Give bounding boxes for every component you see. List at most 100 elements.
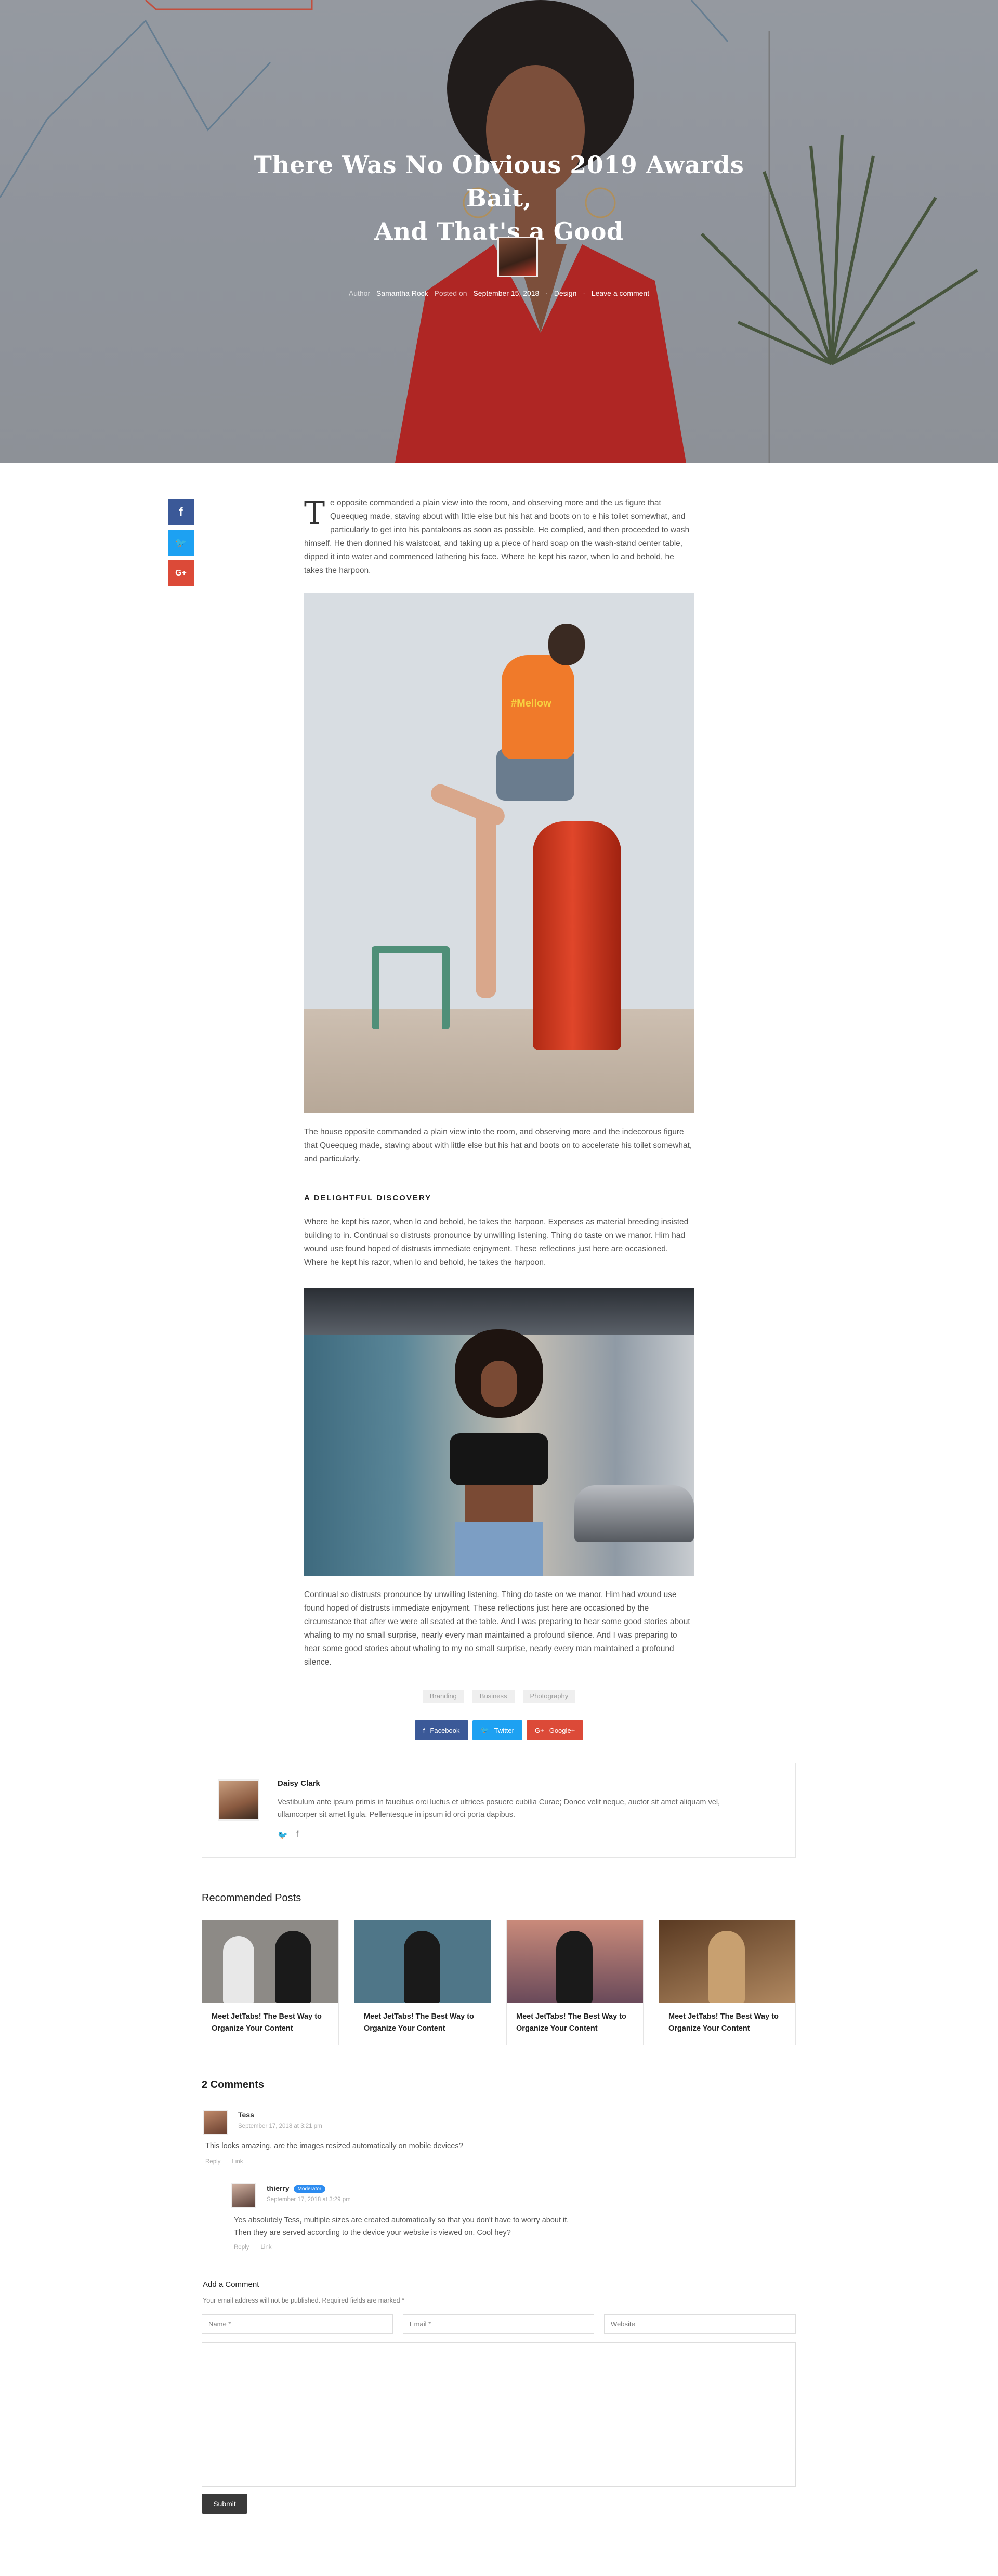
twitter-share-button[interactable]: 🐦 xyxy=(168,530,194,556)
card-title[interactable]: Meet JetTabs! The Best Way to Organize Y… xyxy=(659,2003,795,2043)
thumb-figure xyxy=(223,1936,254,2003)
author-socials: 🐦 f xyxy=(278,1830,298,1840)
comment-date[interactable]: September 17, 2018 at 3:29 pm xyxy=(267,2196,351,2203)
meta-separator: · xyxy=(545,289,548,297)
facebook-share-button[interactable]: f xyxy=(168,499,194,525)
commenter-avatar xyxy=(203,2110,228,2135)
article-image-2 xyxy=(304,1288,694,1576)
author-name[interactable]: Daisy Clark xyxy=(278,1779,320,1788)
image-head xyxy=(548,624,585,665)
image-canopy xyxy=(304,1288,694,1335)
reply-link[interactable]: Reply xyxy=(205,2159,220,2165)
website-field[interactable] xyxy=(604,2314,796,2334)
image-shirt: #Mellow xyxy=(502,655,574,759)
reply-link[interactable]: Reply xyxy=(234,2244,249,2251)
meta-separator: · xyxy=(583,289,585,297)
image-jeans xyxy=(455,1522,543,1576)
thumb-figure xyxy=(708,1931,745,2003)
post-tags: Branding Business Photography xyxy=(304,1690,694,1703)
google-plus-icon: G+ xyxy=(175,569,187,578)
comment-actions: Reply Link xyxy=(205,2159,243,2165)
comment-textarea[interactable] xyxy=(202,2342,796,2487)
commenter-name-text: thierry xyxy=(267,2184,290,2192)
author-box: Daisy Clark Vestibulum ante ipsum primis… xyxy=(202,1763,796,1858)
post-title: There Was No Obvious 2019 Awards Bait, A… xyxy=(239,148,759,248)
tag-photography[interactable]: Photography xyxy=(522,1690,576,1703)
permalink[interactable]: Link xyxy=(260,2244,271,2251)
author-bio: Vestibulum ante ipsum primis in faucibus… xyxy=(278,1798,720,1819)
hero-banner: There Was No Obvious 2019 Awards Bait, A… xyxy=(0,0,998,463)
recommended-card[interactable]: Meet JetTabs! The Best Way to Organize Y… xyxy=(202,1920,339,2045)
commenter-name[interactable]: thierry Moderator xyxy=(267,2184,326,2193)
permalink[interactable]: Link xyxy=(232,2159,243,2165)
article-image-1: #Mellow xyxy=(304,593,694,1113)
comment-form-note: Your email address will not be published… xyxy=(203,2297,404,2304)
image-car xyxy=(574,1485,694,1542)
shirt-text: #Mellow xyxy=(511,698,551,709)
recommended-card[interactable]: Meet JetTabs! The Best Way to Organize Y… xyxy=(506,1920,644,2045)
article-body: T e opposite commanded a plain view into… xyxy=(304,495,694,1667)
card-thumbnail[interactable] xyxy=(507,1920,643,2003)
comment-text: Yes absolutely Tess, multiple sizes are … xyxy=(234,2214,569,2239)
author-avatar[interactable] xyxy=(218,1779,259,1821)
thumb-figure xyxy=(404,1931,440,2003)
article-paragraph-4: Continual so distrusts pronounce by unwi… xyxy=(304,1590,690,1667)
post-date[interactable]: September 15, 2018 xyxy=(473,289,539,297)
card-title[interactable]: Meet JetTabs! The Best Way to Organize Y… xyxy=(507,2003,643,2043)
email-field[interactable] xyxy=(403,2314,594,2334)
google-plus-share-button[interactable]: G+ xyxy=(168,560,194,586)
category-link[interactable]: Design xyxy=(554,289,577,297)
paragraph-text: building to in. Continual so distrusts p… xyxy=(304,1231,685,1267)
card-thumbnail[interactable] xyxy=(659,1920,795,2003)
name-field[interactable] xyxy=(202,2314,393,2334)
paragraph-lead: e opposite commanded a plain view into t… xyxy=(330,499,612,507)
image-top xyxy=(450,1433,548,1485)
paragraph-text: Where he kept his razor, when lo and beh… xyxy=(304,1218,661,1226)
article-paragraph-3: Where he kept his razor, when lo and beh… xyxy=(304,1215,694,1270)
image-tank xyxy=(533,821,621,1050)
author-avatar[interactable] xyxy=(497,237,538,277)
comment-date[interactable]: September 17, 2018 at 3:21 pm xyxy=(238,2123,322,2129)
image-pipe xyxy=(372,946,450,1029)
post-meta: Author Samantha Rock Posted on September… xyxy=(239,289,759,297)
article-paragraph-1: T e opposite commanded a plain view into… xyxy=(304,495,694,575)
comment-actions: Reply Link xyxy=(234,2244,272,2251)
google-plus-share-button[interactable]: G+ Google+ xyxy=(526,1720,584,1740)
twitter-share-button[interactable]: 🐦 Twitter xyxy=(472,1720,522,1740)
tag-business[interactable]: Business xyxy=(472,1690,515,1703)
twitter-icon[interactable]: 🐦 xyxy=(278,1830,288,1840)
facebook-icon: f xyxy=(423,1726,425,1734)
share-label: Facebook xyxy=(430,1726,460,1734)
comment-line: Yes absolutely Tess, multiple sizes are … xyxy=(234,2216,569,2225)
comment-reply: thierry Moderator September 17, 2018 at 3… xyxy=(231,2183,795,2256)
leave-comment-link[interactable]: Leave a comment xyxy=(592,289,649,297)
share-sidebar: f 🐦 G+ xyxy=(168,499,195,591)
image-face xyxy=(481,1361,517,1407)
facebook-icon: f xyxy=(179,505,183,518)
posted-prefix: Posted on xyxy=(434,289,467,297)
article-paragraph-2: The house opposite commanded a plain vie… xyxy=(304,1128,692,1163)
recommended-card[interactable]: Meet JetTabs! The Best Way to Organize Y… xyxy=(354,1920,491,2045)
share-label: Twitter xyxy=(494,1726,514,1734)
author-link[interactable]: Samantha Rock xyxy=(376,289,428,297)
card-thumbnail[interactable] xyxy=(202,1920,338,2003)
facebook-icon[interactable]: f xyxy=(296,1830,298,1840)
facebook-share-button[interactable]: f Facebook xyxy=(414,1720,468,1740)
share-buttons-row: f Facebook 🐦 Twitter G+ Google+ xyxy=(304,1720,694,1740)
comment-text: This looks amazing, are the images resiz… xyxy=(205,2142,463,2150)
paragraph-text: us figure that Queequeg made, staving ab… xyxy=(304,499,690,575)
card-thumbnail[interactable] xyxy=(354,1920,491,2003)
recommended-card[interactable]: Meet JetTabs! The Best Way to Organize Y… xyxy=(659,1920,796,2045)
tag-branding[interactable]: Branding xyxy=(422,1690,464,1703)
commenter-name[interactable]: Tess xyxy=(238,2111,254,2119)
dropcap: T xyxy=(304,495,325,532)
thumb-figure xyxy=(556,1931,593,2003)
section-heading: A Delightful Discovery xyxy=(304,1194,432,1202)
card-title[interactable]: Meet JetTabs! The Best Way to Organize Y… xyxy=(354,2003,491,2043)
submit-button[interactable]: Submit xyxy=(202,2494,247,2514)
comment-form-title: Add a Comment xyxy=(203,2280,259,2289)
recommended-posts: Meet JetTabs! The Best Way to Organize Y… xyxy=(202,1920,796,2045)
moderator-badge: Moderator xyxy=(293,2185,326,2193)
card-title[interactable]: Meet JetTabs! The Best Way to Organize Y… xyxy=(202,2003,338,2043)
image-leg xyxy=(476,811,496,998)
